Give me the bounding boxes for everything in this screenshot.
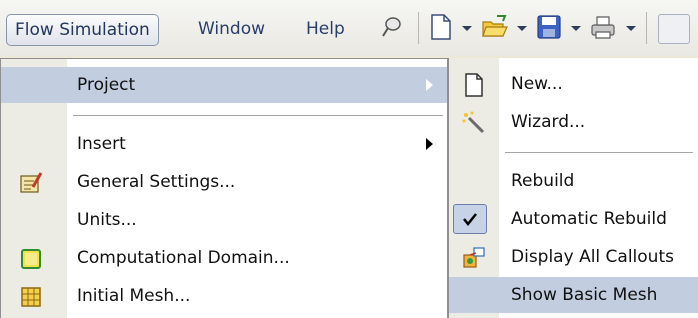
open-folder-icon[interactable]: [480, 11, 510, 43]
save-icon[interactable]: [534, 11, 564, 43]
menu-help[interactable]: Help: [298, 14, 353, 44]
computational-domain-icon: [19, 247, 43, 271]
toolbar-separator: [418, 12, 419, 44]
submenu-item-display-all-callouts[interactable]: Display All Callouts: [449, 239, 698, 275]
submenu-item-automatic-rebuild[interactable]: Automatic Rebuild: [449, 201, 698, 237]
print-dropdown-arrow[interactable]: [626, 26, 636, 31]
menu-item-insert[interactable]: Insert: [1, 126, 447, 162]
submenu-item-wizard[interactable]: Wizard...: [449, 104, 698, 140]
menu-bar: Flow Simulation Window Help: [0, 0, 698, 56]
new-document-icon[interactable]: [426, 11, 456, 43]
submenu-item-label: New...: [511, 74, 563, 94]
menu-item-computational-domain[interactable]: Computational Domain...: [1, 240, 447, 276]
submenu-item-label: Automatic Rebuild: [511, 209, 667, 229]
menu-item-label: Initial Mesh...: [77, 286, 191, 306]
menu-item-label: Computational Domain...: [77, 248, 290, 268]
menu-item-label: Project: [77, 75, 136, 95]
submenu-arrow-icon: [426, 138, 433, 150]
menu-item-units[interactable]: Units...: [1, 202, 447, 238]
menu-item-label: Units...: [77, 210, 137, 230]
new-dropdown-arrow[interactable]: [462, 26, 472, 31]
menu-item-general-settings[interactable]: General Settings...: [1, 164, 447, 200]
checkmark-icon: [463, 213, 477, 227]
initial-mesh-icon: [19, 285, 43, 309]
wizard-wand-icon: [461, 110, 487, 136]
project-submenu: New... Wizard... Rebuild Automatic Rebui…: [448, 58, 698, 318]
menu-item-label: Insert: [77, 134, 126, 154]
submenu-separator: [505, 152, 693, 154]
save-dropdown-arrow[interactable]: [571, 26, 581, 31]
submenu-item-label: Display All Callouts: [511, 247, 674, 267]
new-document-icon: [461, 72, 487, 98]
submenu-item-label: Show Basic Mesh: [511, 285, 658, 305]
checkmark-box: [453, 204, 487, 234]
submenu-arrow-icon: [426, 79, 433, 91]
submenu-item-new[interactable]: New...: [449, 66, 698, 102]
menu-item-label: General Settings...: [77, 172, 236, 192]
submenu-item-label: Rebuild: [511, 171, 575, 191]
flow-simulation-menu: Project Insert General Settings... Units…: [0, 58, 448, 318]
toolbar-overflow: [654, 8, 698, 48]
submenu-item-rebuild[interactable]: Rebuild: [449, 163, 698, 199]
menu-window[interactable]: Window: [190, 14, 273, 44]
submenu-item-show-basic-mesh[interactable]: Show Basic Mesh: [449, 277, 698, 313]
general-settings-icon: [19, 171, 43, 195]
print-icon[interactable]: [588, 11, 618, 43]
menu-item-initial-mesh[interactable]: Initial Mesh...: [1, 278, 447, 314]
callouts-icon: [461, 245, 487, 271]
toolbar-separator: [646, 12, 647, 44]
pushpin-icon[interactable]: [376, 11, 406, 43]
menu-separator: [73, 115, 443, 117]
menu-item-project[interactable]: Project: [1, 67, 447, 103]
open-dropdown-arrow[interactable]: [517, 26, 527, 31]
submenu-item-label: Wizard...: [511, 112, 586, 132]
menu-flow-simulation[interactable]: Flow Simulation: [6, 14, 159, 46]
